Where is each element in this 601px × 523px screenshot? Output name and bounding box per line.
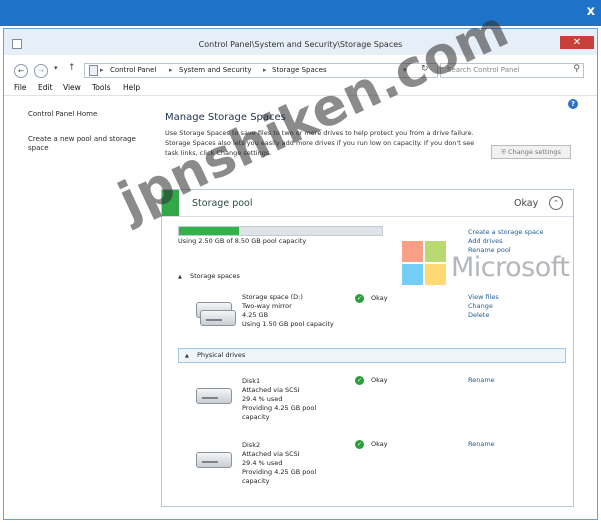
drive-icon [196,388,232,404]
chevron-up-icon[interactable]: ⌃ [549,196,563,210]
close-button[interactable]: ✕ [560,36,594,49]
disk1-name: Disk1 [242,377,261,385]
disk2-details: Disk2 Attached via SCSI 29.4 % used Prov… [242,441,316,486]
disk2-rename-link[interactable]: Rename [468,440,495,449]
breadcrumb-storage-spaces[interactable]: Storage Spaces [272,66,327,74]
back-icon[interactable]: ← [14,64,28,78]
disk1-rename-link[interactable]: Rename [468,376,495,385]
add-drives-link[interactable]: Add drives [468,237,503,245]
physical-drives-header[interactable]: ▲ Physical drives [178,348,566,363]
menu-file[interactable]: File [14,83,27,92]
logo-square-green [425,241,446,262]
change-settings-button[interactable]: ⛨ Change settings [491,145,571,159]
microsoft-wordmark: Microsoft [451,252,570,283]
disk1-details: Disk1 Attached via SCSI 29.4 % used Prov… [242,377,316,422]
physical-drives-label: Physical drives [196,351,246,359]
storage-pool-panel: Storage pool Okay ⌃ Using 2.50 GB of 8.5… [161,189,574,507]
storage-space-type: Two-way mirror [242,302,292,310]
change-link[interactable]: Change [468,302,499,311]
disk2-name: Disk2 [242,441,261,449]
breadcrumb-sep-icon: ▸ [263,66,267,74]
delete-link[interactable]: Delete [468,311,499,320]
create-storage-space-link[interactable]: Create a storage space [468,228,544,236]
storage-spaces-header[interactable]: ▲ Storage spaces [178,272,240,280]
pool-usage-bar [178,226,383,236]
disk2-used: 29.4 % used [242,459,283,467]
up-arrow-icon[interactable]: ↑ [68,63,76,73]
disk2-status: Okay [371,440,388,448]
storage-space-status: Okay [371,294,388,302]
drive-icon [196,452,232,468]
disk1-attach: Attached via SCSI [242,386,300,394]
breadcrumb-control-panel[interactable]: Control Panel [110,66,156,74]
recent-dropdown-icon[interactable]: ▾ [54,64,58,72]
storage-space-details: Storage space (D:) Two-way mirror 4.25 G… [242,293,334,329]
ok-check-icon: ✓ [355,376,364,385]
storage-space-usage: Using 1.50 GB pool capacity [242,320,334,328]
search-icon[interactable]: ⚲ [573,64,580,74]
outer-close-icon[interactable]: x [587,5,595,19]
breadcrumb-sep-icon: ▸ [100,66,104,74]
disk2-attach: Attached via SCSI [242,450,300,458]
storage-pool-header[interactable]: Storage pool Okay ⌃ [162,190,573,217]
forward-icon[interactable]: → [34,64,48,78]
change-settings-label: Change settings [508,148,561,156]
microsoft-logo-icon [402,241,446,285]
drive-icon [200,310,236,326]
disk1-capacity: capacity [242,413,270,421]
menu-edit[interactable]: Edit [38,83,53,92]
shield-icon: ⛨ [501,148,509,156]
control-panel-home-link[interactable]: Control Panel Home [28,110,148,119]
disk2-capacity: capacity [242,477,270,485]
logo-square-yellow [425,264,446,285]
storage-space-actions: View files Change Delete [468,293,499,320]
pool-status: Okay [514,198,539,209]
menu-tools[interactable]: Tools [92,83,110,92]
storage-space-name: Storage space (D:) [242,293,303,301]
disk1-providing: Providing 4.25 GB pool [242,404,317,412]
pool-usage-text: Using 2.50 GB of 8.50 GB pool capacity [178,237,307,245]
help-icon[interactable]: ? [568,99,578,109]
outer-title-band [0,0,601,26]
address-bar: ← → ▾ ↑ ▸ Control Panel ▸ System and Sec… [4,61,597,79]
storage-space-size: 4.25 GB [242,311,269,319]
storage-spaces-label: Storage spaces [189,272,240,280]
logo-square-blue [402,264,423,285]
create-pool-link[interactable]: Create a new pool and storage space [28,135,148,153]
control-panel-icon [89,65,98,76]
logo-square-red [402,241,423,262]
menu-view[interactable]: View [63,83,81,92]
view-files-link[interactable]: View files [468,293,499,302]
menu-help[interactable]: Help [123,83,140,92]
pool-usage-fill [179,227,239,235]
triangle-down-icon: ▲ [178,274,182,280]
breadcrumb-system-security[interactable]: System and Security [179,66,251,74]
left-pane: Control Panel Home Create a new pool and… [4,96,154,516]
breadcrumb-sep-icon: ▸ [169,66,173,74]
disk1-used: 29.4 % used [242,395,283,403]
ok-check-icon: ✓ [355,294,364,303]
ok-check-icon: ✓ [355,440,364,449]
triangle-down-icon: ▲ [185,353,189,359]
disk2-providing: Providing 4.25 GB pool [242,468,317,476]
disk1-status: Okay [371,376,388,384]
